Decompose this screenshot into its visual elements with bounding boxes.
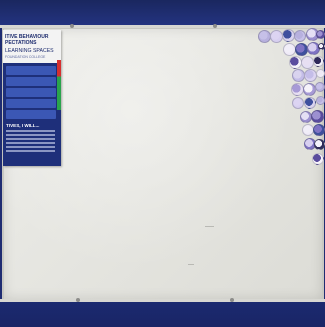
paper-circle [314,139,325,150]
paper-circle [304,69,317,82]
paper-circle [304,97,316,109]
paper-circle [316,69,325,78]
paper-circle [315,82,325,92]
paper-circle [313,124,325,136]
paper-circle [294,30,306,42]
paper-circle [316,30,325,39]
paper-circle [311,110,324,123]
paper-circle [312,153,324,165]
paper-circle [313,56,324,67]
paper-circle [303,83,316,96]
paper-circle [301,56,314,69]
paper-circle [292,97,304,109]
paper-circle-cluster [0,0,325,327]
paper-circle [318,43,325,50]
paper-circle [295,43,308,56]
paper-circle [270,30,283,43]
paper-circle [316,96,325,105]
